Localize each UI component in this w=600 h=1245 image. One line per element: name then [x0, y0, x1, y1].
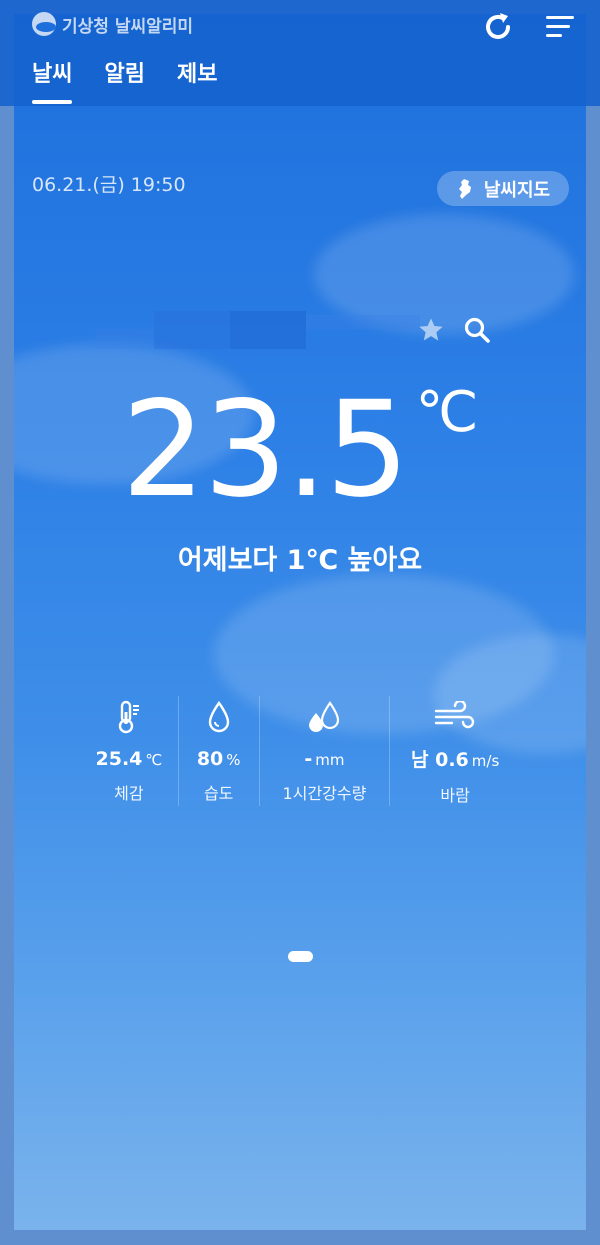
stat-feels-like: 25.4 ℃ 체감: [80, 696, 178, 806]
thermometer-icon: [118, 700, 139, 734]
tab-alerts[interactable]: 알림: [104, 56, 144, 104]
stat-humidity: 80% 습도: [179, 696, 259, 806]
temperature-value: 23.5: [121, 373, 410, 527]
weather-stats: 25.4 ℃ 체감 80% 습도 - mm 1시간강수량 남 0.6 m/s 바…: [80, 696, 520, 806]
humidity-label: 습도: [203, 784, 234, 803]
app-logo: 기상청 날씨알리미: [32, 10, 193, 38]
wind-unit: m/s: [471, 752, 500, 770]
rain-drops-icon: [309, 701, 340, 732]
stat-wind: 남 0.6 m/s 바람: [390, 696, 520, 806]
water-drop-icon: [208, 700, 229, 733]
current-temperature: 23.5 ℃: [0, 368, 600, 516]
refresh-button[interactable]: [479, 10, 517, 44]
menu-button[interactable]: [541, 10, 579, 44]
weather-map-label: 날씨지도: [483, 179, 551, 201]
temperature-unit: ℃: [415, 380, 479, 445]
observation-datetime: 06.21.(금) 19:50: [32, 174, 186, 196]
feels-like-label: 체감: [114, 784, 144, 803]
precipitation-label: 1시간강수량: [282, 784, 367, 803]
wind-value: 남 0.6: [411, 749, 469, 771]
humidity-unit: %: [226, 751, 241, 769]
search-icon: [464, 317, 490, 343]
precipitation-unit: mm: [315, 751, 345, 769]
search-button[interactable]: [459, 312, 495, 348]
app-logo-text: 기상청 날씨알리미: [62, 16, 194, 37]
kma-logo-icon: [32, 12, 56, 36]
wind-label: 바람: [440, 786, 470, 805]
favorite-button[interactable]: [413, 312, 449, 348]
page-indicator[interactable]: [288, 951, 313, 962]
feels-like-value: 25.4: [95, 748, 143, 770]
star-icon: [419, 318, 443, 341]
korea-map-icon: [458, 178, 471, 199]
weather-map-button[interactable]: 날씨지도: [437, 171, 569, 206]
feels-like-unit: ℃: [145, 751, 163, 769]
top-app-bar: 기상청 날씨알리미 날씨 알림 제보: [0, 0, 600, 106]
wind-icon: [434, 700, 475, 728]
humidity-value: 80: [196, 748, 224, 770]
tab-report[interactable]: 제보: [177, 56, 217, 104]
tab-weather[interactable]: 날씨: [32, 56, 73, 104]
refresh-icon: [486, 13, 510, 39]
location-name-redacted: [96, 311, 420, 349]
hamburger-menu-icon: [546, 16, 574, 37]
stat-precipitation: - mm 1시간강수량: [260, 696, 390, 806]
yesterday-comparison: 어제보다 1℃ 높아요: [177, 545, 423, 576]
main-tabs: 날씨 알림 제보: [32, 56, 217, 104]
precipitation-value: -: [304, 748, 313, 770]
